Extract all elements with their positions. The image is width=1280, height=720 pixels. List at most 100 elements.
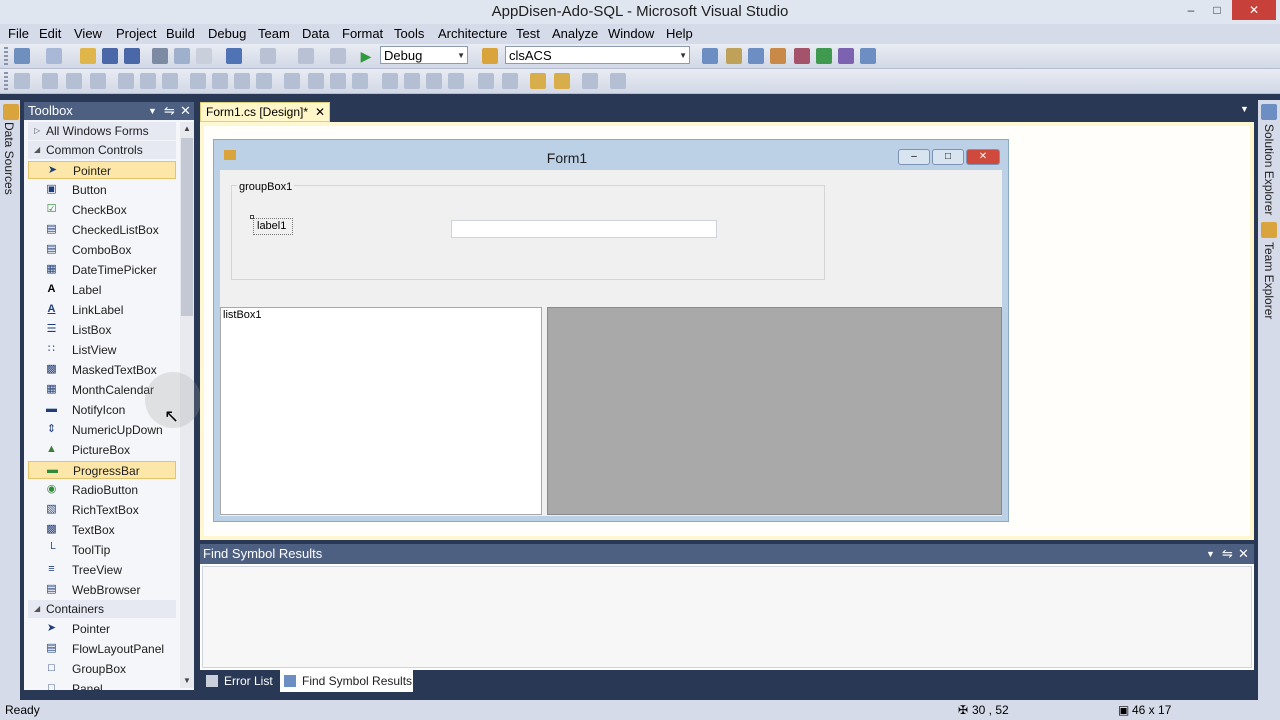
toolbox-item-label[interactable]: A Label	[28, 281, 176, 299]
toolbox-item-pointer[interactable]: ➤ Pointer	[28, 161, 176, 179]
toolbox-item-container-pointer[interactable]: ➤ Pointer	[28, 620, 176, 638]
horizontal-spacing-icon[interactable]	[284, 73, 300, 89]
toolbox-item-button[interactable]: ▣ Button	[28, 181, 176, 199]
close-icon[interactable]: ✕	[1238, 544, 1249, 564]
toolbox-item-tooltip[interactable]: └ ToolTip	[28, 541, 176, 559]
label1-control[interactable]: label1	[253, 218, 293, 235]
solution-configuration-combo[interactable]: Debug ▼	[380, 46, 468, 64]
solution-explorer-tab[interactable]: Solution Explorer	[1262, 124, 1276, 215]
decrease-horizontal-spacing-icon[interactable]	[330, 73, 346, 89]
start-debugging-icon[interactable]: ▶	[358, 48, 374, 64]
make-same-size-icon[interactable]	[234, 73, 250, 89]
maximize-button[interactable]: □	[1206, 0, 1228, 20]
toolbox-item-numericupdown[interactable]: ⇕ NumericUpDown	[28, 421, 176, 439]
align-centers-icon[interactable]	[66, 73, 82, 89]
listbox-control[interactable]: listBox1	[220, 307, 542, 515]
close-button[interactable]: ✕	[1232, 0, 1276, 20]
pin-icon[interactable]: ⇋	[1222, 544, 1233, 564]
toolbar-grip[interactable]	[4, 47, 8, 65]
form-close-button[interactable]: ✕	[966, 149, 1000, 165]
save-all-icon[interactable]	[124, 48, 140, 64]
scroll-down-icon[interactable]: ▼	[183, 676, 191, 685]
navigate-forward-icon[interactable]	[330, 48, 346, 64]
align-tops-icon[interactable]	[118, 73, 134, 89]
team-explorer-tab[interactable]: Team Explorer	[1262, 242, 1276, 319]
menu-project[interactable]: Project	[116, 26, 156, 41]
new-project-icon[interactable]	[14, 48, 30, 64]
redo-icon[interactable]	[260, 48, 276, 64]
align-to-grid-icon[interactable]	[14, 73, 30, 89]
toolbox-item-groupbox[interactable]: □ GroupBox	[28, 660, 176, 678]
decrease-vertical-spacing-icon[interactable]	[426, 73, 442, 89]
form-maximize-button[interactable]: □	[932, 149, 964, 165]
form-window[interactable]: Form1 – □ ✕ groupBox1 label1 listBox1	[213, 139, 1009, 522]
menu-edit[interactable]: Edit	[39, 26, 61, 41]
menu-data[interactable]: Data	[302, 26, 329, 41]
toolbox-item-listview[interactable]: ∷ ListView	[28, 341, 176, 359]
dropdown-icon[interactable]: ▼	[1206, 544, 1215, 564]
window-layout-icon[interactable]	[860, 48, 876, 64]
tab-form1-design[interactable]: Form1.cs [Design]* ✕	[200, 102, 330, 122]
pin-icon[interactable]: ⇋	[164, 102, 175, 120]
menu-help[interactable]: Help	[666, 26, 693, 41]
tab-error-list[interactable]: Error List	[202, 670, 278, 692]
menu-tools[interactable]: Tools	[394, 26, 424, 41]
cut-icon[interactable]	[152, 48, 168, 64]
size-to-grid-icon[interactable]	[256, 73, 272, 89]
tab-dropdown-icon[interactable]: ▼	[1240, 104, 1249, 114]
tab-find-symbol-results[interactable]: Find Symbol Results	[280, 670, 413, 692]
make-same-height-icon[interactable]	[212, 73, 228, 89]
textbox-control[interactable]	[451, 220, 717, 238]
add-item-icon[interactable]	[46, 48, 62, 64]
remove-vertical-spacing-icon[interactable]	[448, 73, 464, 89]
bring-to-front-icon[interactable]	[530, 73, 546, 89]
toolbox-item-textbox[interactable]: ▩ TextBox	[28, 521, 176, 539]
menu-view[interactable]: View	[74, 26, 102, 41]
toolbox-item-listbox[interactable]: ☰ ListBox	[28, 321, 176, 339]
increase-vertical-spacing-icon[interactable]	[404, 73, 420, 89]
toolbox-icon[interactable]	[770, 48, 786, 64]
menu-analyze[interactable]: Analyze	[552, 26, 598, 41]
toolbox-item-flowlayoutpanel[interactable]: ▤ FlowLayoutPanel	[28, 640, 176, 658]
send-to-back-icon[interactable]	[554, 73, 570, 89]
tab-order-icon[interactable]	[582, 73, 598, 89]
paste-icon[interactable]	[196, 48, 212, 64]
save-icon[interactable]	[102, 48, 118, 64]
start-page-icon[interactable]	[816, 48, 832, 64]
properties-icon[interactable]	[726, 48, 742, 64]
scroll-up-icon[interactable]: ▲	[183, 124, 191, 133]
navigate-backward-icon[interactable]	[298, 48, 314, 64]
copy-icon[interactable]	[174, 48, 190, 64]
selection-handle[interactable]	[250, 215, 254, 219]
menu-file[interactable]: File	[8, 26, 29, 41]
align-bottoms-icon[interactable]	[162, 73, 178, 89]
data-sources-tab[interactable]: Data Sources	[2, 122, 16, 195]
lock-controls-icon[interactable]	[610, 73, 626, 89]
increase-horizontal-spacing-icon[interactable]	[308, 73, 324, 89]
toolbox-item-combobox[interactable]: ▤ ComboBox	[28, 241, 176, 259]
object-browser-icon[interactable]	[748, 48, 764, 64]
toolbox-item-picturebox[interactable]: ▲ PictureBox	[28, 441, 176, 459]
toolbar-grip[interactable]	[4, 72, 8, 90]
scrollbar-thumb[interactable]	[181, 138, 193, 316]
center-vertically-icon[interactable]	[502, 73, 518, 89]
open-folder-icon[interactable]	[80, 48, 96, 64]
undo-icon[interactable]	[226, 48, 242, 64]
datagridview-control[interactable]	[547, 307, 1002, 515]
make-same-width-icon[interactable]	[190, 73, 206, 89]
find-combo[interactable]: clsACS ▼	[505, 46, 690, 64]
toolbox-item-richtextbox[interactable]: ▧ RichTextBox	[28, 501, 176, 519]
tools-icon[interactable]	[794, 48, 810, 64]
toolbox-item-progressbar[interactable]: ▬ ProgressBar	[28, 461, 176, 479]
remove-horizontal-spacing-icon[interactable]	[352, 73, 368, 89]
menu-build[interactable]: Build	[166, 26, 195, 41]
align-middles-icon[interactable]	[140, 73, 156, 89]
menu-test[interactable]: Test	[516, 26, 540, 41]
category-all-windows-forms[interactable]: ▷ All Windows Forms	[28, 122, 176, 140]
toolbox-item-linklabel[interactable]: A LinkLabel	[28, 301, 176, 319]
extension-icon[interactable]	[838, 48, 854, 64]
close-tab-icon[interactable]: ✕	[315, 103, 325, 121]
toolbox-item-maskedtextbox[interactable]: ▩ MaskedTextBox	[28, 361, 176, 379]
toolbox-item-checkedlistbox[interactable]: ▤ CheckedListBox	[28, 221, 176, 239]
toolbox-item-panel[interactable]: □ Panel	[28, 680, 176, 690]
